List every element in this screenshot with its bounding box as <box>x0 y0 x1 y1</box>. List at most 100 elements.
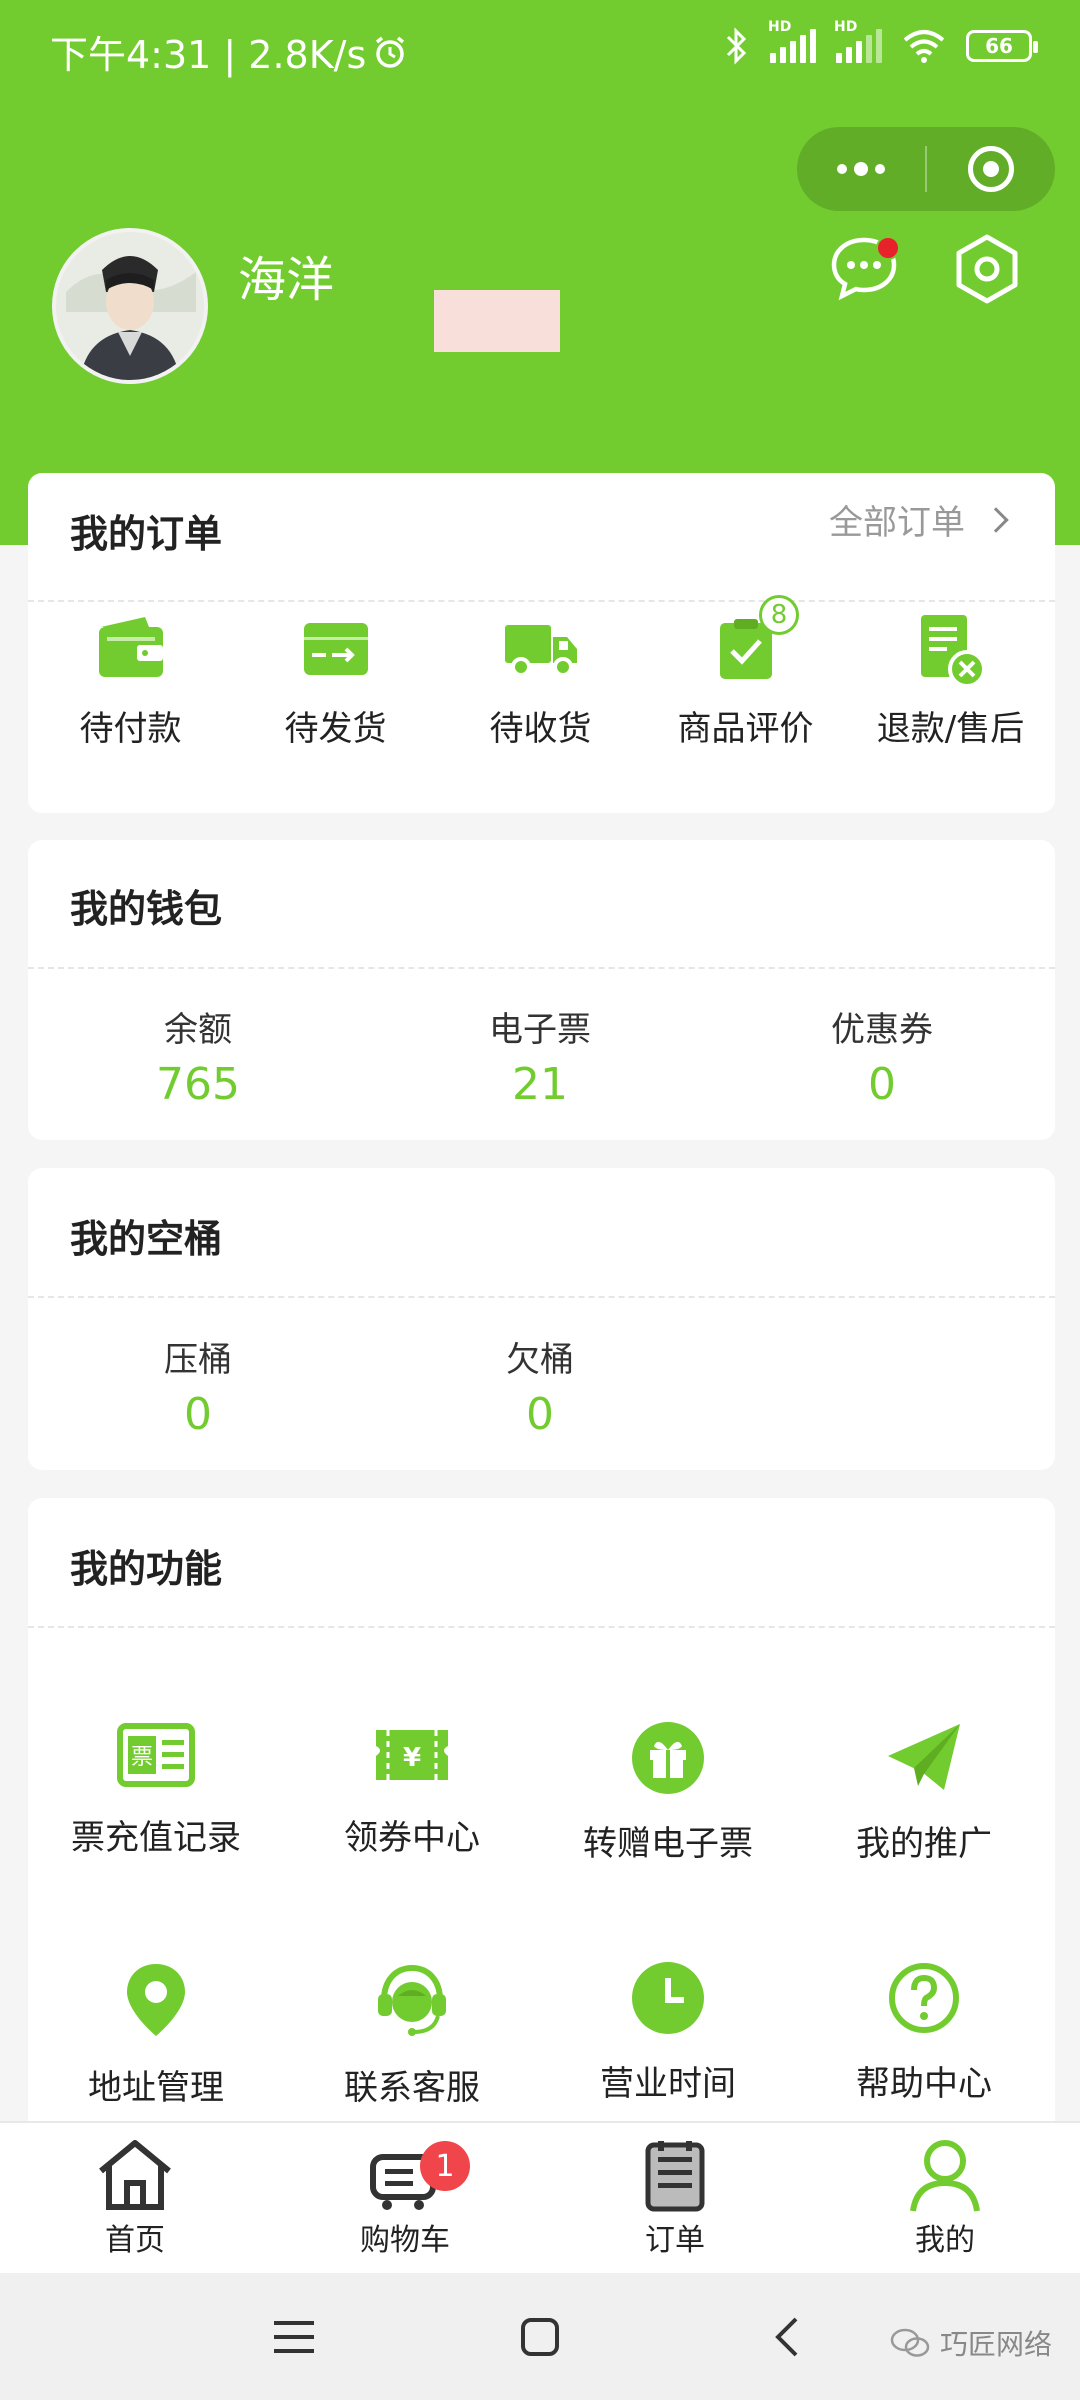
username: 海洋 <box>238 252 335 308</box>
order-label: 待收货 <box>489 709 592 749</box>
stat-label: 压桶 <box>164 1340 232 1380</box>
miniprogram-capsule <box>797 127 1055 211</box>
tab-label: 我的 <box>915 2223 975 2258</box>
stat-value: 21 <box>512 1059 568 1110</box>
wallet-balance[interactable]: 余额 765 <box>28 1002 368 1110</box>
wallet-coupon[interactable]: 优惠券 0 <box>712 1002 1052 1110</box>
menu-icon[interactable] <box>272 2317 316 2357</box>
func-address[interactable]: 地址管理 <box>28 1960 284 2109</box>
func-label: 联系客服 <box>344 2068 480 2108</box>
func-coupon-center[interactable]: ¥ 领券中心 <box>284 1720 540 1859</box>
stat-label: 欠桶 <box>506 1340 574 1380</box>
bluetooth-icon <box>726 27 747 65</box>
tab-profile[interactable]: 我的 <box>810 2137 1080 2259</box>
functions-title: 我的功能 <box>70 1547 223 1591</box>
order-refund[interactable]: 退款/售后 <box>848 613 1053 750</box>
stat-value: 765 <box>156 1059 240 1110</box>
stat-value: 0 <box>184 1389 212 1440</box>
status-left: 下午4:31 | 2.8K/s <box>50 24 408 79</box>
tab-cart[interactable]: 1 购物车 <box>270 2137 540 2259</box>
stat-value: 0 <box>526 1389 554 1440</box>
buckets-card: 我的空桶 压桶 0 欠桶 0 <box>28 1168 1055 1470</box>
order-reviews[interactable]: 8 商品评价 <box>643 595 848 750</box>
bottom-tab-bar: 首页 1 购物车 订单 我的 <box>0 2121 1080 2273</box>
func-label: 我的推广 <box>856 1824 992 1864</box>
buckets-title: 我的空桶 <box>70 1217 223 1261</box>
stat-label: 优惠券 <box>831 1010 933 1050</box>
tab-label: 订单 <box>645 2223 705 2258</box>
bucket-deposit[interactable]: 压桶 0 <box>28 1332 368 1440</box>
func-label: 领券中心 <box>344 1818 480 1858</box>
profile-icon <box>910 2140 980 2212</box>
svg-text:¥: ¥ <box>403 1743 421 1773</box>
func-transfer-ticket[interactable]: 转赠电子票 <box>540 1720 796 1865</box>
more-dots-icon[interactable] <box>797 127 925 211</box>
battery-icon: 66 <box>966 30 1038 62</box>
orders-divider <box>28 600 1055 602</box>
func-my-promotion[interactable]: 我的推广 <box>796 1720 1052 1865</box>
orders-title: 我的订单 <box>70 512 223 556</box>
tab-orders[interactable]: 订单 <box>540 2137 810 2259</box>
wallet-title: 我的钱包 <box>70 887 223 931</box>
all-orders-label: 全部订单 <box>829 503 965 543</box>
help-icon <box>889 1963 959 2033</box>
bucket-owed[interactable]: 欠桶 0 <box>370 1332 710 1440</box>
all-orders-link[interactable]: 全部订单 <box>829 495 1009 544</box>
watermark-text: 巧匠网络 <box>939 2328 1052 2361</box>
func-label: 帮助中心 <box>856 2064 992 2104</box>
location-pin-icon <box>127 1964 185 2036</box>
status-time-speed: 下午4:31 | 2.8K/s <box>50 33 367 77</box>
orders-card: 我的订单 全部订单 待付款 待发货 待收货 8 商品评价 退款/售后 <box>28 473 1055 813</box>
order-pending-payment[interactable]: 待付款 <box>28 613 233 750</box>
refund-doc-icon <box>920 615 986 688</box>
func-label: 转赠电子票 <box>583 1824 753 1864</box>
system-nav-bar: 巧匠网络 <box>0 2273 1080 2400</box>
func-label: 地址管理 <box>88 2068 224 2108</box>
tab-home[interactable]: 首页 <box>0 2137 270 2259</box>
target-close-icon[interactable] <box>927 127 1055 211</box>
tab-label: 首页 <box>105 2223 165 2258</box>
wifi-icon <box>903 30 945 63</box>
avatar[interactable] <box>52 228 208 384</box>
func-help-center[interactable]: 帮助中心 <box>796 1960 1052 2105</box>
signal-icon: HD <box>768 19 816 63</box>
alarm-icon <box>376 36 405 68</box>
wallet-card: 我的钱包 余额 765 电子票 21 优惠券 0 <box>28 840 1055 1140</box>
ticket-record-icon: 票 <box>117 1723 195 1787</box>
cart-count-badge: 1 <box>420 2141 470 2191</box>
paper-plane-icon <box>888 1724 960 1790</box>
functions-divider <box>28 1626 1055 1628</box>
status-bar: 下午4:31 | 2.8K/s HD HD 66 <box>0 0 1080 96</box>
stat-label: 余额 <box>164 1010 232 1050</box>
chat-icon <box>831 236 900 301</box>
chevron-right-icon <box>983 506 1009 533</box>
order-pending-shipment[interactable]: 待发货 <box>233 613 438 750</box>
order-list-icon <box>645 2141 705 2212</box>
wallet-e-ticket[interactable]: 电子票 21 <box>370 1002 710 1110</box>
functions-card: 我的功能 票 票充值记录 ¥ 领券中心 转赠电子票 我的推广 地址管理 联系客服… <box>28 1498 1055 2138</box>
func-ticket-record[interactable]: 票 票充值记录 <box>28 1720 284 1859</box>
func-business-hours[interactable]: 营业时间 <box>540 1960 796 2105</box>
customer-service-icon <box>378 1964 446 2036</box>
order-label: 待发货 <box>284 709 387 749</box>
func-label: 营业时间 <box>600 2064 736 2104</box>
order-pending-receipt[interactable]: 待收货 <box>438 613 643 750</box>
stat-label: 电子票 <box>489 1010 591 1050</box>
order-label: 待付款 <box>79 709 182 749</box>
func-customer-service[interactable]: 联系客服 <box>284 1960 540 2109</box>
avatar-image <box>56 232 204 380</box>
home-square-icon[interactable] <box>520 2317 560 2357</box>
order-label: 退款/售后 <box>876 709 1025 749</box>
back-icon[interactable] <box>772 2315 802 2359</box>
settings-button[interactable] <box>950 232 1024 306</box>
wechat-icon <box>890 2328 930 2357</box>
coupon-icon: ¥ <box>376 1730 448 1780</box>
status-right: HD HD 66 <box>724 19 1038 66</box>
message-button[interactable] <box>828 232 900 304</box>
redacted-info <box>434 290 560 352</box>
stat-value: 0 <box>868 1059 896 1110</box>
home-icon <box>99 2140 171 2210</box>
gift-icon <box>632 1722 704 1794</box>
watermark: 巧匠网络 <box>890 2323 1052 2363</box>
func-label: 票充值记录 <box>71 1818 241 1858</box>
